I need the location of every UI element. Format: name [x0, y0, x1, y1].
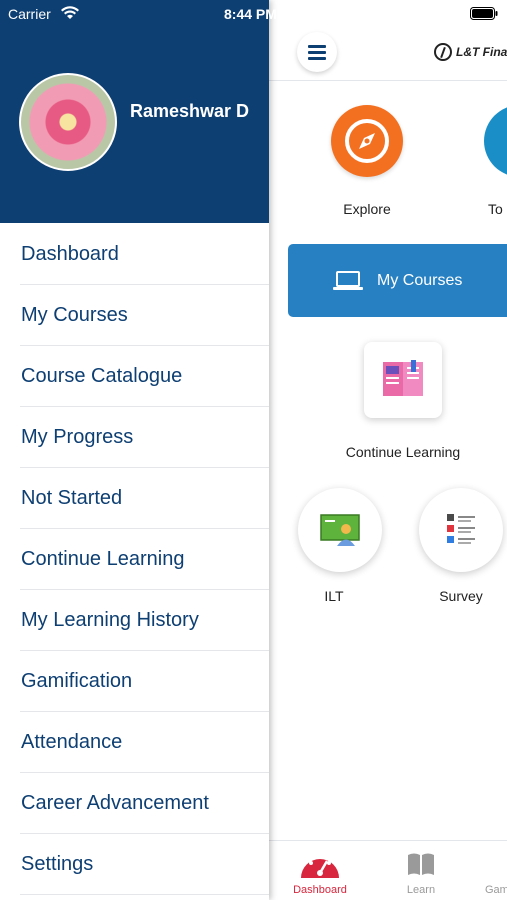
clock-time: 8:44 PM	[224, 6, 277, 22]
drawer-item-career-advancement[interactable]: Career Advancement	[20, 773, 269, 834]
wifi-icon	[61, 6, 79, 19]
tab-dashboard[interactable]: Dashboard	[280, 841, 360, 900]
drawer-item-label: My Courses	[21, 304, 128, 326]
drawer-item-label: My Learning History	[21, 609, 199, 631]
drawer-item-label: Dashboard	[21, 243, 119, 265]
drawer-item-label: Settings	[21, 853, 94, 875]
drawer-item-label: Gamification	[21, 670, 133, 692]
side-drawer: Rameshwar D Dashboard My Courses Course …	[0, 0, 269, 900]
status-bar-left: Carrier 8:44 PM	[0, 0, 277, 28]
battery-icon	[470, 7, 498, 20]
drawer-item-label: Course Catalogue	[21, 365, 183, 387]
drawer-item-label: Attendance	[21, 731, 123, 753]
tab-gamification-label: Gam	[485, 884, 507, 896]
drawer-item-course-catalogue[interactable]: Course Catalogue	[20, 346, 269, 407]
drawer-item-continue-learning[interactable]: Continue Learning	[20, 529, 269, 590]
drawer-item-my-progress[interactable]: My Progress	[20, 407, 269, 468]
brand-logo: L&T Finan	[434, 43, 507, 61]
laptop-icon	[333, 271, 363, 290]
explore-tile[interactable]	[331, 105, 403, 177]
tab-dashboard-label: Dashboard	[293, 884, 347, 896]
brand-logo-text: L&T Finan	[456, 45, 507, 59]
drawer-item-my-learning-history[interactable]: My Learning History	[20, 590, 269, 651]
avatar[interactable]	[19, 73, 117, 171]
open-book-icon	[383, 360, 423, 396]
ilt-tile[interactable]	[298, 488, 382, 572]
hamburger-icon	[308, 45, 326, 48]
tab-learn[interactable]: Learn	[381, 841, 461, 900]
explore-label: Explore	[343, 201, 391, 217]
hamburger-icon-line	[308, 51, 326, 54]
app-header: L&T Finan	[269, 28, 507, 81]
drawer-item-not-started[interactable]: Not Started	[20, 468, 269, 529]
partial-tile[interactable]	[484, 105, 507, 177]
book-icon	[408, 853, 434, 875]
survey-tile[interactable]	[419, 488, 503, 572]
my-courses-button[interactable]: My Courses	[288, 244, 507, 317]
dashboard-panel: L&T Finan Explore To My Courses	[269, 0, 507, 900]
drawer-item-dashboard[interactable]: Dashboard	[20, 224, 269, 285]
drawer-item-attendance[interactable]: Attendance	[20, 712, 269, 773]
compass-icon	[345, 119, 389, 163]
my-courses-label: My Courses	[377, 272, 463, 289]
carrier-label: Carrier	[8, 6, 51, 22]
hamburger-menu-button[interactable]	[297, 32, 337, 72]
user-name: Rameshwar D	[130, 101, 250, 121]
drawer-item-label: My Progress	[21, 426, 134, 448]
drawer-profile-header: Rameshwar D	[0, 0, 269, 223]
tab-learn-label: Learn	[406, 884, 436, 896]
hamburger-icon-line	[308, 57, 326, 60]
survey-label: Survey	[439, 588, 483, 604]
drawer-item-settings[interactable]: Settings	[20, 834, 269, 895]
drawer-item-label: Career Advancement	[21, 792, 209, 814]
classroom-icon	[320, 514, 360, 546]
drawer-item-my-courses[interactable]: My Courses	[20, 285, 269, 346]
continue-learning-tile[interactable]	[364, 342, 442, 418]
drawer-menu: Dashboard My Courses Course Catalogue My…	[0, 224, 269, 895]
ilt-label: ILT	[324, 588, 344, 604]
lt-logo-icon	[434, 43, 452, 61]
status-bar: Carrier 8:44 PM	[0, 0, 507, 28]
continue-learning-label: Continue Learning	[345, 444, 461, 460]
bottom-tab-bar: Dashboard Learn Gam	[269, 840, 507, 900]
drawer-item-label: Not Started	[21, 487, 123, 509]
drawer-item-gamification[interactable]: Gamification	[20, 651, 269, 712]
survey-checklist-icon	[447, 514, 475, 544]
drawer-item-label: Continue Learning	[21, 548, 185, 570]
tab-gamification[interactable]: Gam	[469, 841, 507, 900]
partial-tile-label: To	[488, 201, 503, 217]
dashboard-gauge-icon	[301, 854, 339, 878]
